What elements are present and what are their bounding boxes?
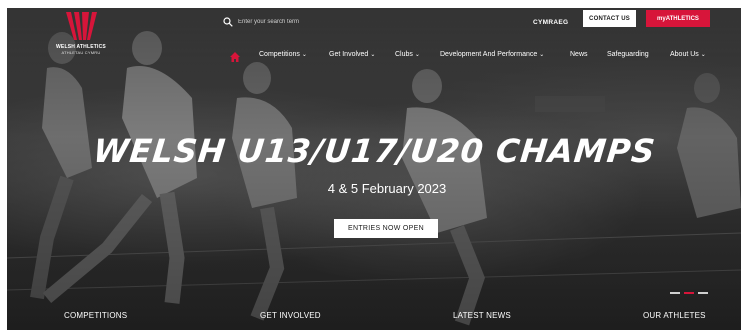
hero-date: 4 & 5 February 2023 — [327, 181, 447, 196]
chevron-down-icon: ⌄ — [414, 51, 420, 58]
page: WELSH ATHLETICS ATHLETAU CYMRU CYMRAEG C… — [0, 0, 749, 336]
nav-item-label: Clubs — [395, 51, 413, 58]
nav-item-label: Get Involved — [329, 51, 369, 58]
entries-now-open-button[interactable]: ENTRIES NOW OPEN — [334, 219, 438, 238]
myathletics-button[interactable]: myATHLETICS — [646, 10, 710, 27]
bottom-link-competitions[interactable]: COMPETITIONS — [64, 311, 127, 320]
chevron-down-icon: ⌄ — [539, 51, 545, 58]
chevron-down-icon: ⌄ — [700, 51, 706, 58]
search-icon[interactable] — [223, 17, 233, 27]
main-navigation: Competitions ⌄ Get Involved ⌄ Clubs ⌄ De… — [218, 51, 718, 65]
home-icon[interactable] — [229, 51, 241, 63]
search-input[interactable] — [238, 19, 338, 25]
contact-us-button[interactable]: CONTACT US — [583, 10, 636, 27]
nav-item-competitions[interactable]: Competitions ⌄ — [259, 51, 307, 58]
nav-item-label: About Us — [670, 51, 699, 58]
slider-dot-active[interactable] — [684, 292, 694, 294]
bottom-link-our-athletes[interactable]: OUR ATHLETES — [643, 311, 706, 320]
language-link[interactable]: CYMRAEG — [533, 19, 568, 26]
welsh-athletics-logo[interactable]: WELSH ATHLETICS ATHLETAU CYMRU — [46, 10, 116, 70]
chevron-down-icon: ⌄ — [370, 51, 376, 58]
nav-item-label: News — [570, 51, 588, 58]
slider-dot[interactable] — [698, 292, 708, 294]
nav-item-about-us[interactable]: About Us ⌄ — [670, 51, 706, 58]
nav-item-clubs[interactable]: Clubs ⌄ — [395, 51, 420, 58]
nav-item-label: Safeguarding — [607, 51, 649, 58]
nav-item-label: Development And Performance — [440, 51, 538, 58]
slider-dot[interactable] — [670, 292, 680, 294]
logo-subtitle: ATHLETAU CYMRU — [61, 50, 101, 55]
bottom-link-latest-news[interactable]: LATEST NEWS — [453, 311, 511, 320]
chevron-down-icon: ⌄ — [301, 51, 307, 58]
nav-item-safeguarding[interactable]: Safeguarding — [607, 51, 649, 58]
logo-mark-icon — [66, 12, 97, 40]
nav-item-news[interactable]: News — [570, 51, 588, 58]
hero-title: WELSH U13/U17/U20 CHAMPS — [91, 132, 658, 170]
nav-item-development-and-performance[interactable]: Development And Performance ⌄ — [440, 51, 544, 58]
nav-item-label: Competitions — [259, 51, 300, 58]
search-bar — [223, 15, 343, 29]
bottom-link-get-involved[interactable]: GET INVOLVED — [260, 311, 321, 320]
nav-item-get-involved[interactable]: Get Involved ⌄ — [329, 51, 375, 58]
